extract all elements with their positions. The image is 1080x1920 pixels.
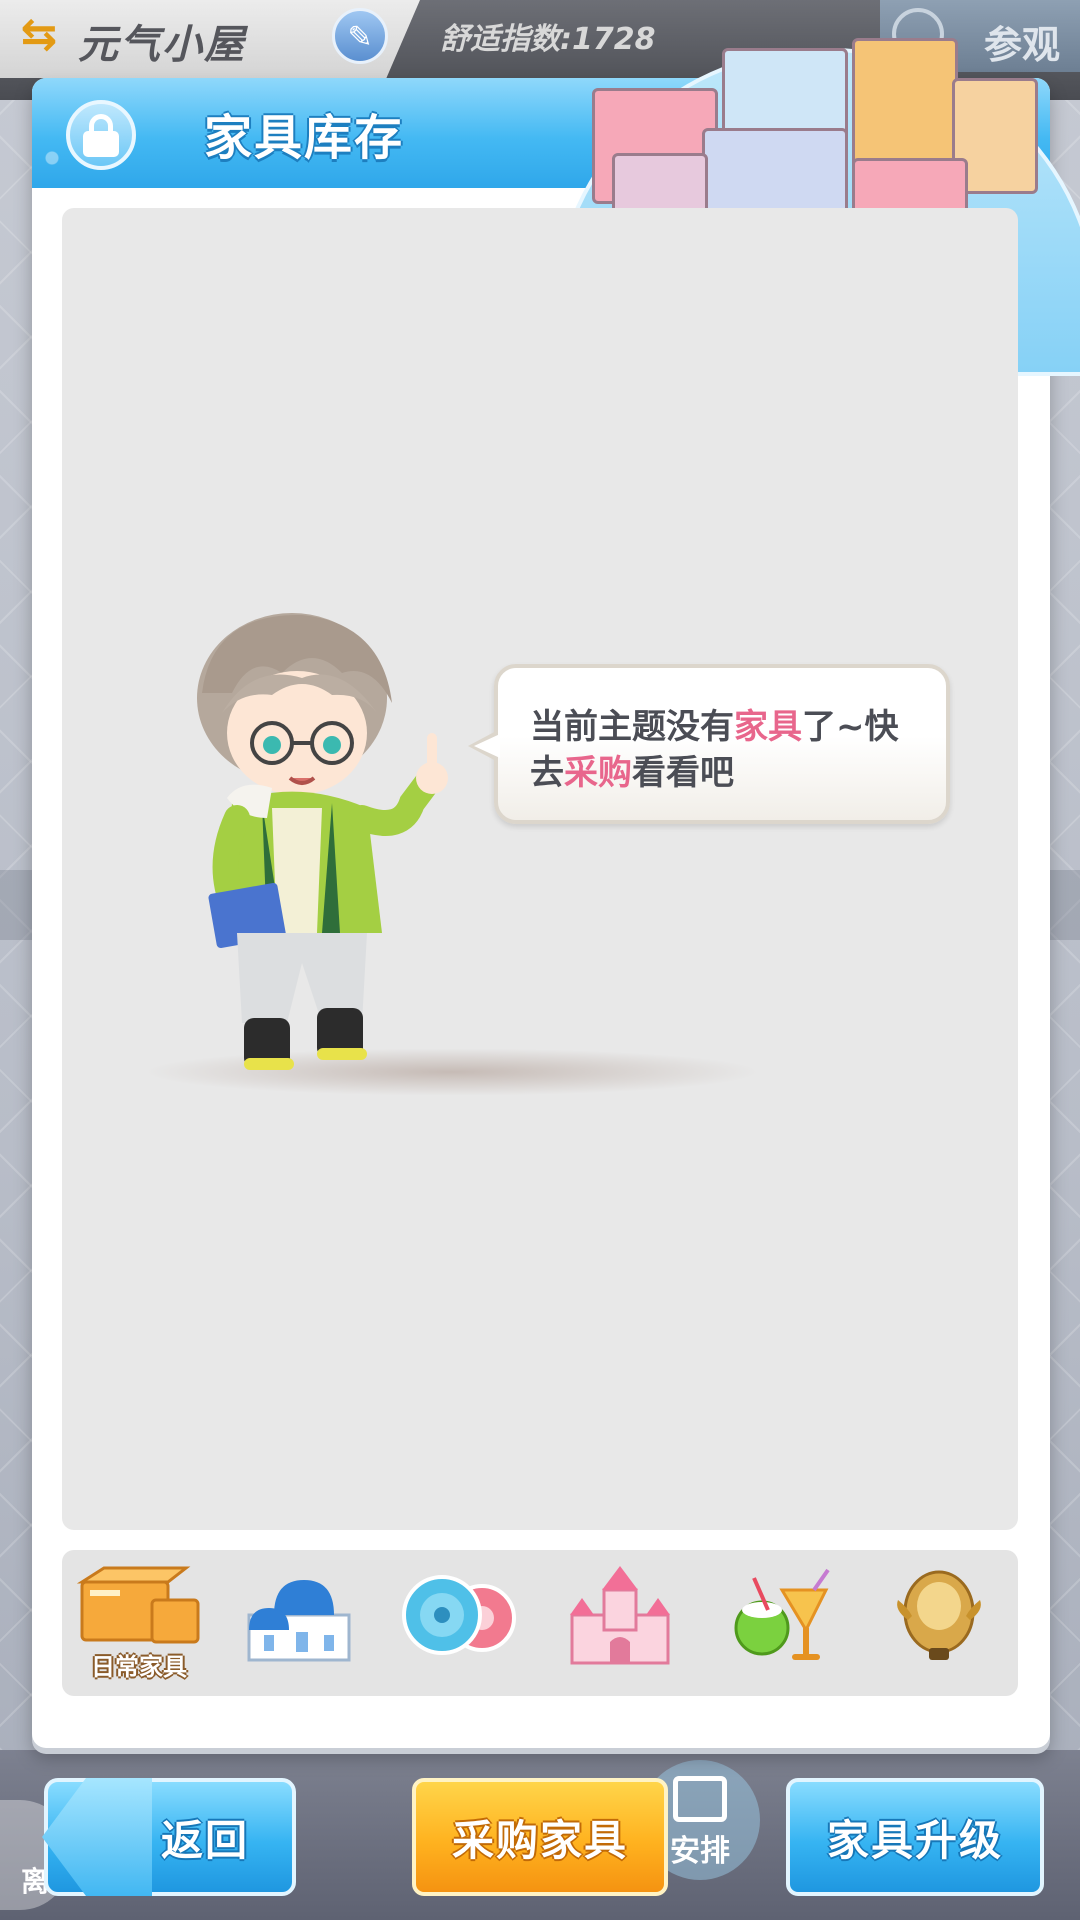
arrange-label: 安排: [670, 1834, 730, 1869]
speech-bubble: 当前主题没有家具了~快去采购看看吧: [468, 664, 950, 824]
app-title: 元气小屋: [78, 22, 246, 68]
back-arrow-icon: [42, 1778, 152, 1896]
upgrade-furniture-label: 家具升级: [826, 1815, 1003, 1865]
lock-button[interactable]: [66, 100, 136, 170]
gear-fan-icon: [402, 1575, 516, 1655]
panel-title: 家具库存: [204, 110, 405, 166]
category-tropical-theme[interactable]: [714, 1560, 844, 1688]
msg-part3: 看看吧: [632, 753, 734, 793]
category-mechanical-theme[interactable]: [394, 1560, 524, 1688]
box-icon: [76, 1566, 200, 1644]
lock-body: [83, 131, 119, 157]
speech-tail-inner: [474, 734, 500, 758]
golden-helmet-icon: [897, 1570, 981, 1660]
back-button[interactable]: 返回: [42, 1778, 296, 1896]
blue-dome-house-icon: [247, 1580, 351, 1662]
comfort-index: 舒适指数:1728: [440, 22, 656, 57]
visit-label: 参观: [984, 23, 1061, 67]
category-tab-bar: 日常家具: [62, 1550, 1018, 1696]
category-santorini-theme[interactable]: [234, 1560, 364, 1688]
visit-button[interactable]: 参观: [880, 0, 1080, 72]
upgrade-furniture-button[interactable]: 家具升级: [786, 1778, 1044, 1896]
house-icon: [673, 1776, 727, 1822]
category-golden-theme[interactable]: [874, 1560, 1004, 1688]
character-illustration: [197, 613, 448, 1070]
pencil-icon: ✎: [347, 20, 373, 55]
category-castle-theme[interactable]: [554, 1560, 684, 1688]
buy-furniture-label: 采购家具: [451, 1815, 628, 1865]
inventory-content-area: 当前主题没有家具了~快去采购看看吧: [62, 208, 1018, 1530]
swap-arrows-icon[interactable]: ⇆: [14, 12, 64, 58]
house-visit-icon: [892, 8, 944, 60]
back-button-label: 返回: [160, 1815, 249, 1865]
panel-header: 家具库存: [32, 78, 1050, 188]
edit-name-button[interactable]: ✎: [332, 8, 388, 64]
category-daily-furniture[interactable]: 日常家具: [74, 1560, 204, 1688]
empty-inventory-message: 当前主题没有家具了~快去采购看看吧: [530, 704, 930, 796]
header-pattern: [32, 78, 1050, 188]
msg-highlight-purchase: 采购: [564, 753, 632, 793]
coconut-drink-icon: [734, 1568, 830, 1660]
buy-furniture-button[interactable]: 采购家具: [412, 1778, 668, 1896]
category-daily-furniture-label: 日常家具: [91, 1653, 187, 1681]
msg-part1: 当前主题没有: [530, 707, 734, 747]
castle-icon: [570, 1566, 670, 1665]
furniture-inventory-panel: 家具库存 当前主题没有家具了~快去采购看看吧 日常家具: [32, 38, 1080, 1748]
msg-highlight-furniture: 家具: [734, 707, 802, 747]
